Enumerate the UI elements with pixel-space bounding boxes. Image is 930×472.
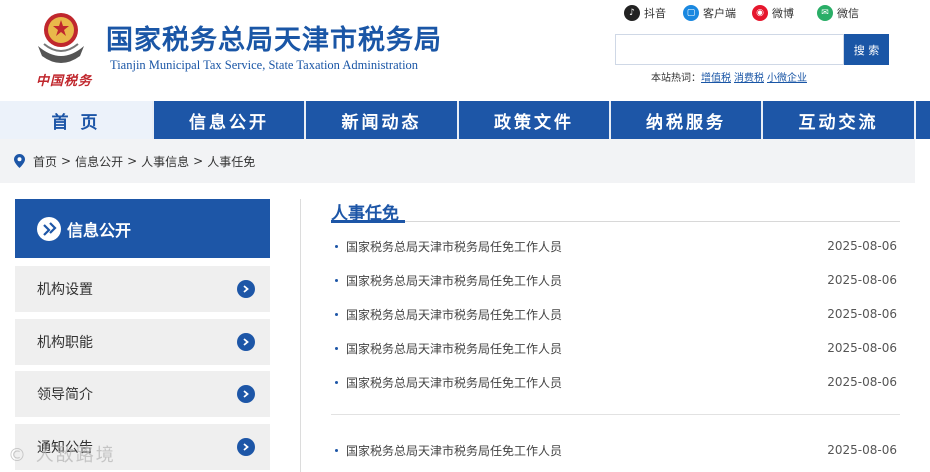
social-weibo-label: 微博 bbox=[772, 7, 794, 20]
site-title[interactable]: 国家税务总局天津市税务局 bbox=[106, 18, 442, 57]
sidebar-item-org-setup[interactable]: 机构设置 bbox=[15, 266, 270, 312]
bullet-icon bbox=[335, 380, 338, 384]
breadcrumb-home[interactable]: 首页 bbox=[33, 153, 57, 170]
sidebar-item-org-functions[interactable]: 机构职能 bbox=[15, 319, 270, 365]
list-item-title[interactable]: 国家税务总局天津市税务局任免工作人员 bbox=[346, 306, 562, 323]
section-title-rule bbox=[331, 221, 900, 222]
bullet-icon bbox=[335, 448, 338, 452]
list-item[interactable]: 国家税务总局天津市税务局任免工作人员 2025-08-06 bbox=[331, 270, 900, 290]
tax-emblem-icon[interactable] bbox=[30, 8, 92, 68]
chevron-right-icon bbox=[237, 333, 255, 351]
breadcrumb-current[interactable]: 人事任免 bbox=[207, 153, 255, 170]
list-item-title[interactable]: 国家税务总局天津市税务局任免工作人员 bbox=[346, 374, 562, 391]
bullet-icon bbox=[335, 346, 338, 350]
social-douyin-link[interactable]: ♪ 抖音 bbox=[624, 4, 666, 22]
list-divider bbox=[331, 414, 900, 415]
list-item[interactable]: 国家税务总局天津市税务局任免工作人员 2025-08-06 bbox=[331, 372, 900, 392]
column-divider bbox=[300, 199, 301, 472]
list-item[interactable]: 国家税务总局天津市税务局任免工作人员 2025-08-06 bbox=[331, 236, 900, 256]
list-item-date: 2025-08-06 bbox=[827, 307, 897, 321]
social-wechat-label: 微信 bbox=[837, 7, 859, 20]
list-item-date: 2025-08-06 bbox=[827, 341, 897, 355]
list-item-title[interactable]: 国家税务总局天津市税务局任免工作人员 bbox=[346, 442, 562, 459]
list-item-title[interactable]: 国家税务总局天津市税务局任免工作人员 bbox=[346, 238, 562, 255]
site-subtitle: Tianjin Municipal Tax Service, State Tax… bbox=[110, 58, 419, 72]
list-item-date: 2025-08-06 bbox=[827, 273, 897, 287]
breadcrumb-separator: > bbox=[193, 154, 204, 168]
list-item-title[interactable]: 国家税务总局天津市税务局任免工作人员 bbox=[346, 272, 562, 289]
breadcrumb-personnel[interactable]: 人事信息 bbox=[141, 153, 189, 170]
list-item-title[interactable]: 国家税务总局天津市税务局任免工作人员 bbox=[346, 340, 562, 357]
hotwords-label: 本站热词： bbox=[651, 73, 701, 84]
hotword-link[interactable]: 增值税 bbox=[701, 73, 731, 84]
sidebar-item-label: 领导简介 bbox=[37, 387, 93, 403]
social-client-label: 客户端 bbox=[703, 7, 736, 20]
sidebar-item-label: 机构设置 bbox=[37, 282, 93, 298]
bullet-icon bbox=[335, 278, 338, 282]
hotword-link[interactable]: 消费税 bbox=[734, 73, 764, 84]
social-client-link[interactable]: ▢ 客户端 bbox=[683, 4, 736, 22]
list-item-date: 2025-08-06 bbox=[827, 375, 897, 389]
hotwords: 本站热词：增值税 消费税 小微企业 bbox=[651, 69, 810, 84]
main-nav: 首 页 信息公开 新闻动态 政策文件 纳税服务 互动交流 bbox=[0, 101, 930, 139]
nav-item-news[interactable]: 新闻动态 bbox=[306, 101, 459, 139]
douyin-icon: ♪ bbox=[624, 5, 640, 21]
logo-script-text: 中国税务 bbox=[36, 74, 93, 89]
nav-item-tax-service[interactable]: 纳税服务 bbox=[611, 101, 763, 139]
info-disclosure-icon bbox=[37, 216, 61, 241]
sidebar-heading: 信息公开 bbox=[15, 199, 270, 258]
chevron-right-icon bbox=[237, 438, 255, 456]
wechat-icon: ✉ bbox=[817, 5, 833, 21]
sidebar-item-label: 机构职能 bbox=[37, 335, 93, 351]
list-item-date: 2025-08-06 bbox=[827, 239, 897, 253]
breadcrumb-separator: > bbox=[127, 154, 138, 168]
nav-item-policy[interactable]: 政策文件 bbox=[459, 101, 611, 139]
social-wechat-link[interactable]: ✉ 微信 bbox=[817, 4, 859, 22]
breadcrumb-separator: > bbox=[61, 154, 72, 168]
list-item-date: 2025-08-06 bbox=[827, 443, 897, 457]
list-item[interactable]: 国家税务总局天津市税务局任免工作人员 2025-08-06 bbox=[331, 440, 900, 460]
sidebar-heading-label: 信息公开 bbox=[67, 220, 132, 240]
breadcrumb-info[interactable]: 信息公开 bbox=[75, 153, 123, 170]
nav-item-interaction[interactable]: 互动交流 bbox=[763, 101, 916, 139]
chevron-right-icon bbox=[237, 385, 255, 403]
hotword-link[interactable]: 小微企业 bbox=[767, 73, 807, 84]
search-button[interactable]: 搜 索 bbox=[844, 34, 889, 65]
sidebar-item-leadership[interactable]: 领导简介 bbox=[15, 371, 270, 417]
nav-item-home[interactable]: 首 页 bbox=[0, 101, 154, 139]
breadcrumb: 首页 > 信息公开 > 人事信息 > 人事任免 bbox=[0, 139, 915, 183]
list-item[interactable]: 国家税务总局天津市税务局任免工作人员 2025-08-06 bbox=[331, 338, 900, 358]
list-item[interactable]: 国家税务总局天津市税务局任免工作人员 2025-08-06 bbox=[331, 304, 900, 324]
bullet-icon bbox=[335, 244, 338, 248]
search-input[interactable] bbox=[615, 34, 844, 65]
nav-item-info-disclosure[interactable]: 信息公开 bbox=[154, 101, 306, 139]
social-douyin-label: 抖音 bbox=[644, 7, 666, 20]
weibo-icon: ◉ bbox=[752, 5, 768, 21]
chevron-right-icon bbox=[237, 280, 255, 298]
social-weibo-link[interactable]: ◉ 微博 bbox=[752, 4, 794, 22]
site-header: 中国税务 国家税务总局天津市税务局 Tianjin Municipal Tax … bbox=[0, 0, 930, 101]
bullet-icon bbox=[335, 312, 338, 316]
watermark-text: © 人敌路境 bbox=[8, 445, 116, 466]
section-title-accent bbox=[331, 220, 405, 223]
location-pin-icon bbox=[14, 154, 25, 168]
app-client-icon: ▢ bbox=[683, 5, 699, 21]
